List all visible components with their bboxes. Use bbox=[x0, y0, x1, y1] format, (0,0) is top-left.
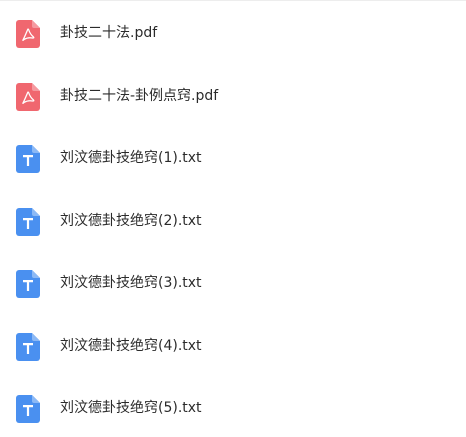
pdf-file-icon bbox=[16, 83, 40, 111]
file-list: 卦技二十法.pdf 卦技二十法-卦例点窍.pdf 刘汶德卦技绝窍(1).txt bbox=[0, 0, 466, 437]
file-name: 卦技二十法.pdf bbox=[60, 25, 158, 41]
file-item-txt[interactable]: 刘汶德卦技绝窍(4).txt bbox=[0, 321, 466, 371]
file-name: 刘汶德卦技绝窍(1).txt bbox=[60, 150, 202, 166]
file-item-txt[interactable]: 刘汶德卦技绝窍(5).txt bbox=[0, 383, 466, 433]
file-item-txt[interactable]: 刘汶德卦技绝窍(3).txt bbox=[0, 258, 466, 308]
text-file-icon bbox=[16, 208, 40, 236]
text-file-icon bbox=[16, 395, 40, 423]
file-name: 刘汶德卦技绝窍(4).txt bbox=[60, 338, 202, 354]
file-name: 刘汶德卦技绝窍(3).txt bbox=[60, 275, 202, 291]
file-name: 刘汶德卦技绝窍(5).txt bbox=[60, 400, 202, 416]
text-file-icon bbox=[16, 270, 40, 298]
file-item-pdf[interactable]: 卦技二十法.pdf bbox=[0, 8, 466, 58]
text-file-icon bbox=[16, 145, 40, 173]
file-item-txt[interactable]: 刘汶德卦技绝窍(2).txt bbox=[0, 196, 466, 246]
file-item-txt[interactable]: 刘汶德卦技绝窍(1).txt bbox=[0, 133, 466, 183]
file-name: 刘汶德卦技绝窍(2).txt bbox=[60, 213, 202, 229]
file-item-pdf[interactable]: 卦技二十法-卦例点窍.pdf bbox=[0, 71, 466, 121]
pdf-file-icon bbox=[16, 20, 40, 48]
text-file-icon bbox=[16, 333, 40, 361]
file-name: 卦技二十法-卦例点窍.pdf bbox=[60, 88, 219, 104]
